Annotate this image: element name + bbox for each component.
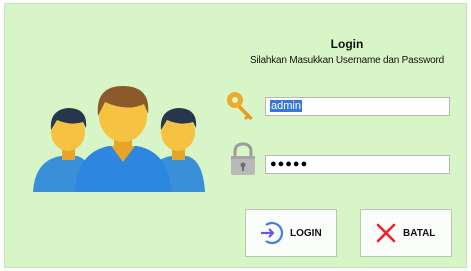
login-arrow-icon [261, 221, 284, 245]
password-value: ●●●●● [270, 158, 309, 170]
login-subtitle: Silahkan Masukkan Username dan Password [250, 55, 444, 66]
lock-icon [231, 142, 255, 175]
username-field[interactable]: admin [265, 97, 450, 116]
password-field[interactable]: ●●●●● [265, 155, 450, 174]
login-button-label: LOGIN [290, 227, 322, 239]
username-value: admin [270, 100, 302, 112]
login-window: Login Silahkan Masukkan Username dan Pas… [4, 3, 467, 268]
login-button[interactable]: LOGIN [245, 209, 337, 257]
login-title: Login [330, 37, 364, 51]
cancel-button[interactable]: BATAL [360, 209, 452, 257]
cancel-button-label: BATAL [403, 227, 436, 239]
key-icon [227, 92, 253, 120]
users-group-icon [33, 86, 205, 192]
close-x-icon [376, 223, 396, 243]
